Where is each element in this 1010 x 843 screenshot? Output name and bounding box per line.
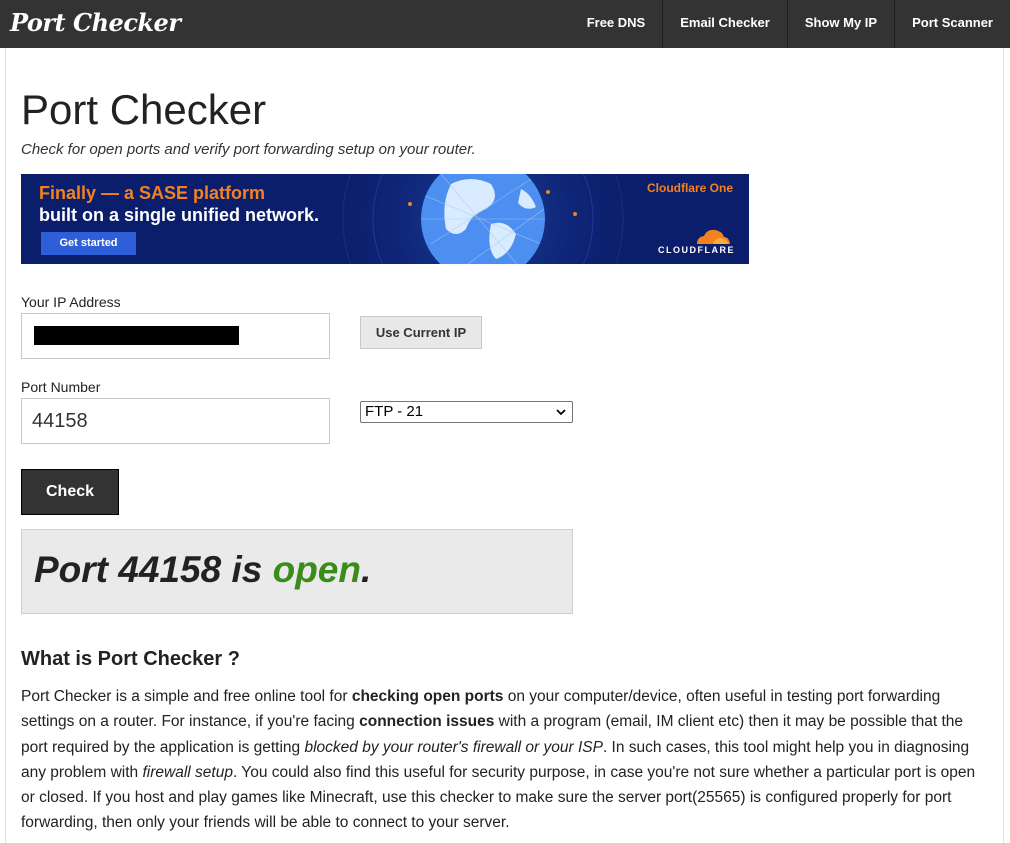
- service-select-value: FTP - 21: [365, 403, 424, 420]
- ip-redaction-bar: [34, 326, 239, 345]
- ad-get-started-button[interactable]: Get started: [41, 232, 136, 255]
- port-number-input[interactable]: 44158: [21, 398, 330, 444]
- check-button[interactable]: Check: [21, 469, 119, 515]
- page-subtitle: Check for open ports and verify port for…: [21, 141, 476, 158]
- nav-email-checker[interactable]: Email Checker: [662, 0, 787, 48]
- content-frame-left: [5, 48, 6, 843]
- ad-banner[interactable]: Finally — a SASE platform built on a sin…: [21, 174, 749, 264]
- page-title: Port Checker: [21, 86, 267, 133]
- nav-show-my-ip[interactable]: Show My IP: [786, 0, 894, 48]
- content-frame-right: [1003, 48, 1004, 843]
- result-prefix: Port 44158 is: [34, 549, 273, 590]
- cloudflare-logo-icon: [697, 229, 730, 244]
- ad-product-tag: Cloudflare One: [646, 181, 733, 195]
- main-nav: Free DNS Email Checker Show My IP Port S…: [570, 0, 1010, 48]
- service-select[interactable]: FTP - 21: [360, 401, 573, 423]
- result-message: Port 44158 is open.: [34, 548, 371, 592]
- ad-headline-2: built on a single unified network.: [39, 205, 320, 225]
- nav-port-scanner[interactable]: Port Scanner: [894, 0, 1010, 48]
- ad-headline-1: Finally — a SASE platform: [39, 183, 266, 203]
- ip-address-input[interactable]: [21, 313, 330, 359]
- nav-free-dns[interactable]: Free DNS: [570, 0, 663, 48]
- result-status: open: [272, 549, 361, 590]
- top-nav-bar: Port Checker Free DNS Email Checker Show…: [0, 0, 1010, 48]
- chevron-down-icon: [556, 409, 566, 416]
- port-number-value: 44158: [32, 410, 88, 432]
- site-logo[interactable]: Port Checker: [10, 6, 181, 40]
- result-suffix: .: [360, 549, 372, 590]
- port-number-label: Port Number: [21, 379, 101, 395]
- result-box: Port 44158 is open.: [21, 529, 573, 614]
- ip-address-label: Your IP Address: [21, 294, 121, 310]
- about-paragraph: Port Checker is a simple and free online…: [21, 688, 976, 832]
- use-current-ip-button[interactable]: Use Current IP: [360, 316, 482, 349]
- ad-brand-name: CLOUDFLARE: [658, 245, 735, 255]
- about-heading: What is Port Checker ?: [21, 648, 240, 670]
